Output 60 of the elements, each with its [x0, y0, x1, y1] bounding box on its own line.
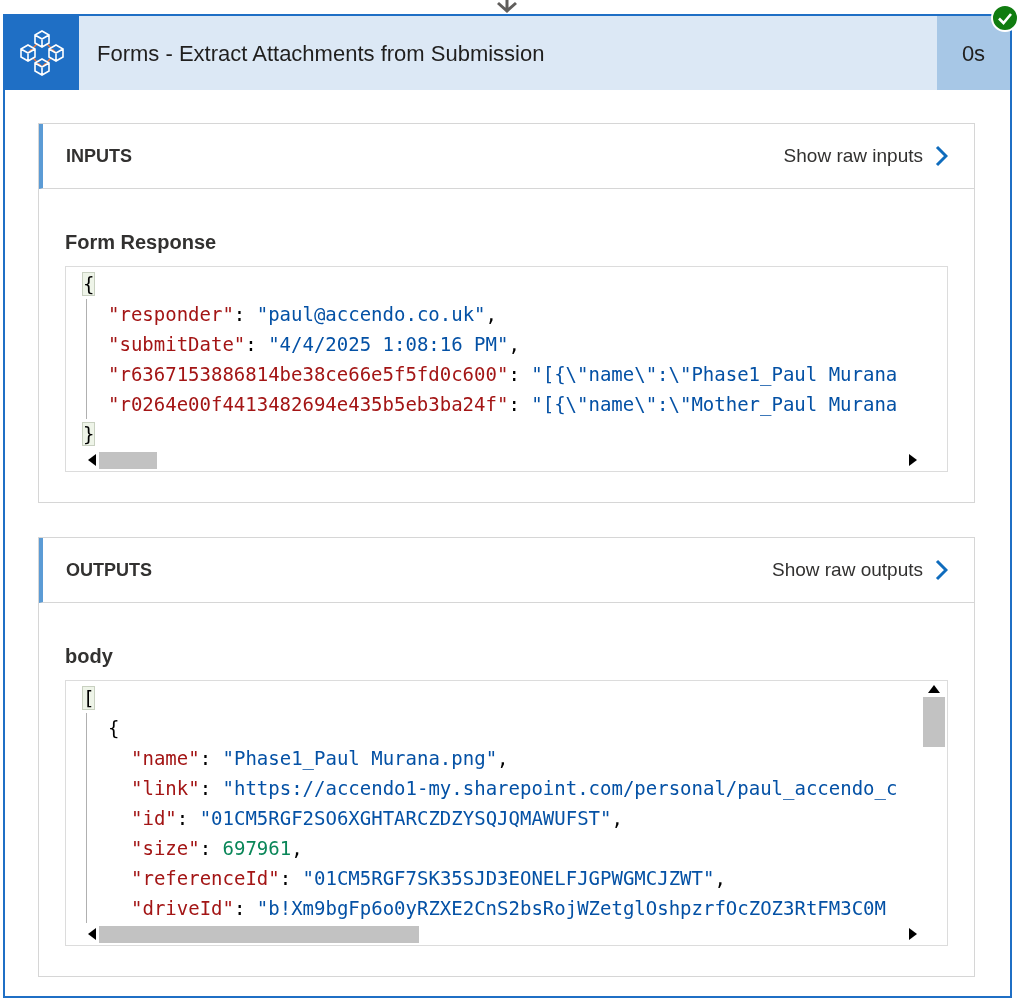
json-key: "submitDate": [108, 333, 246, 355]
highlighted-bracket: {: [83, 273, 95, 295]
highlighted-bracket: }: [83, 423, 95, 445]
card-title: Forms - Extract Attachments from Submission: [96, 39, 546, 68]
duration-label: 0s: [937, 16, 1010, 90]
card-header[interactable]: Forms - Extract Attachments from Submission 0s: [5, 16, 1010, 90]
highlighted-bracket: [: [83, 687, 95, 709]
json-key: "responder": [108, 303, 234, 325]
json-key: "driveId": [131, 897, 234, 919]
field-label: Form Response: [65, 231, 218, 253]
show-raw-link[interactable]: Show raw inputs: [783, 141, 948, 171]
json-punctuation: ,: [508, 333, 520, 355]
scroll-up-arrow-icon[interactable]: [928, 685, 940, 693]
show-raw-link[interactable]: Show raw outputs: [771, 555, 948, 585]
json-value: "paul@accendo.co.uk": [256, 303, 486, 325]
json-punctuation: {: [108, 717, 120, 739]
json-punctuation: ,: [291, 837, 303, 859]
connector-arrow-icon: [496, 0, 518, 13]
section-heading: OUTPUTS: [66, 558, 152, 582]
json-value: "Phase1_Paul Murana.png": [222, 747, 498, 769]
scroll-right-arrow-icon[interactable]: [909, 454, 917, 466]
json-key: "r0264e00f4413482694e435b5eb3ba24f": [108, 393, 509, 415]
json-key: "r6367153886814be38ce66e5f5fd0c600": [108, 363, 509, 385]
json-punctuation: :: [279, 867, 293, 889]
json-punctuation: ,: [485, 303, 497, 325]
chevron-right-icon: [935, 145, 948, 167]
scroll-left-arrow-icon[interactable]: [88, 454, 96, 466]
json-punctuation: :: [508, 363, 521, 385]
json-value: "01CM5RGF2SO6XGHTARCZDZYSQJQMAWUFST": [199, 807, 612, 829]
json-key: "size": [131, 837, 200, 859]
json-value: "[{\"name\":\"Phase1_Paul Murana: [531, 363, 898, 385]
json-punctuation: :: [233, 897, 247, 919]
scrollbar-thumb[interactable]: [99, 925, 419, 943]
scrollbar-thumb[interactable]: [99, 451, 157, 469]
scrollbar-thumb[interactable]: [923, 697, 945, 747]
json-punctuation: ,: [611, 807, 623, 829]
json-value: "[{\"name\":\"Mother_Paul Murana: [531, 393, 898, 415]
json-punctuation: :: [199, 837, 213, 859]
json-value: "b!Xm9bgFp6o0yRZXE2CnS2bsRojWZetglOshpzrfOcZOZ3RtFM3C0M: [256, 897, 886, 919]
scroll-right-arrow-icon[interactable]: [909, 928, 917, 940]
json-punctuation: :: [233, 303, 247, 325]
json-key: "link": [131, 777, 200, 799]
json-key: "referenceId": [131, 867, 280, 889]
json-punctuation: :: [176, 807, 190, 829]
json-punctuation: :: [199, 747, 213, 769]
json-punctuation: :: [508, 393, 521, 415]
section-heading: INPUTS: [66, 144, 132, 168]
json-value: "https://accendo1-my.sharepoint.com/personal/paul_accendo_c: [222, 777, 898, 799]
field-label: body: [65, 645, 114, 667]
json-punctuation: ,: [714, 867, 726, 889]
json-value: 697961: [222, 837, 292, 859]
json-key: "id": [131, 807, 177, 829]
json-key: "name": [131, 747, 200, 769]
json-value: "01CM5RGF7SK35SJD3EONELFJGPWGMCJZWT": [302, 867, 715, 889]
json-punctuation: :: [199, 777, 213, 799]
json-punctuation: :: [245, 333, 258, 355]
chevron-right-icon: [935, 559, 948, 581]
scroll-left-arrow-icon[interactable]: [88, 928, 96, 940]
json-punctuation: ,: [497, 747, 509, 769]
json-value: "4/4/2025 1:08:16 PM": [268, 333, 509, 355]
